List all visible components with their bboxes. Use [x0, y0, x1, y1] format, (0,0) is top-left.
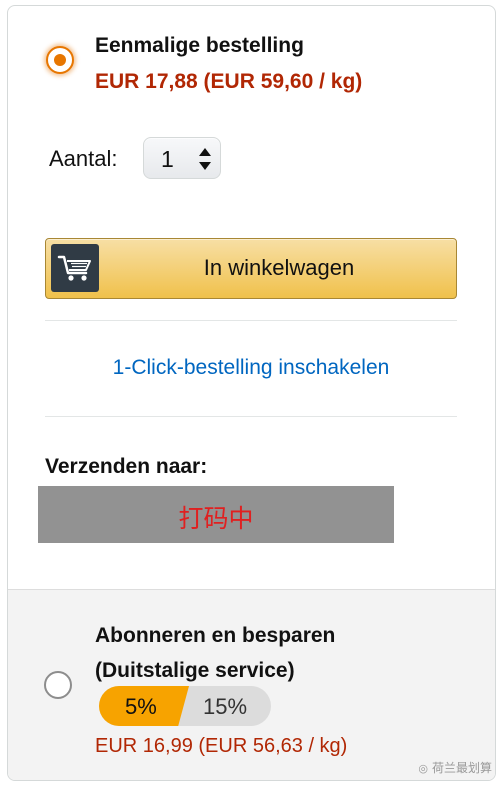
subscribe-price: EUR 16,99 (EUR 56,63 / kg) [95, 735, 348, 757]
quantity-select[interactable]: 1 [143, 137, 221, 179]
subscribe-service-note: (Duitstalige service) [95, 659, 295, 682]
subscribe-save-title: Abonneren en besparen [95, 624, 336, 647]
ship-to-label: Verzenden naar: [45, 455, 208, 478]
one-time-purchase-title: Eenmalige bestelling [95, 34, 304, 57]
add-to-cart-button[interactable]: In winkelwagen [45, 238, 457, 299]
watermark: ◎ 荷兰最划算 [418, 761, 492, 775]
divider [45, 320, 457, 321]
radio-dot [54, 54, 66, 66]
wechat-icon: ◎ [418, 762, 428, 775]
subscribe-save-radio[interactable] [44, 671, 72, 699]
cart-icon [51, 244, 99, 292]
divider [45, 416, 457, 417]
quantity-label: Aantal: [49, 146, 118, 171]
one-time-price: EUR 17,88 (EUR 59,60 / kg) [95, 70, 363, 93]
redacted-address: 打码中 [38, 486, 394, 543]
discount-toggle: 5% 15% [99, 686, 271, 726]
add-to-cart-label: In winkelwagen [203, 255, 355, 280]
one-time-purchase-radio[interactable] [46, 46, 74, 74]
quantity-value: 1 [161, 146, 174, 172]
buy-box: Eenmalige bestelling EUR 17,88 (EUR 59,6… [7, 5, 496, 781]
discount-option-other[interactable]: 15% [203, 694, 247, 720]
select-arrows-icon [199, 148, 211, 170]
discount-option-selected[interactable]: 5% [99, 686, 189, 726]
redacted-text: 打码中 [178, 504, 254, 533]
subscribe-save-section: Abonneren en besparen (Duitstalige servi… [8, 589, 495, 780]
enable-one-click-link[interactable]: 1-Click-bestelling inschakelen [45, 356, 457, 380]
